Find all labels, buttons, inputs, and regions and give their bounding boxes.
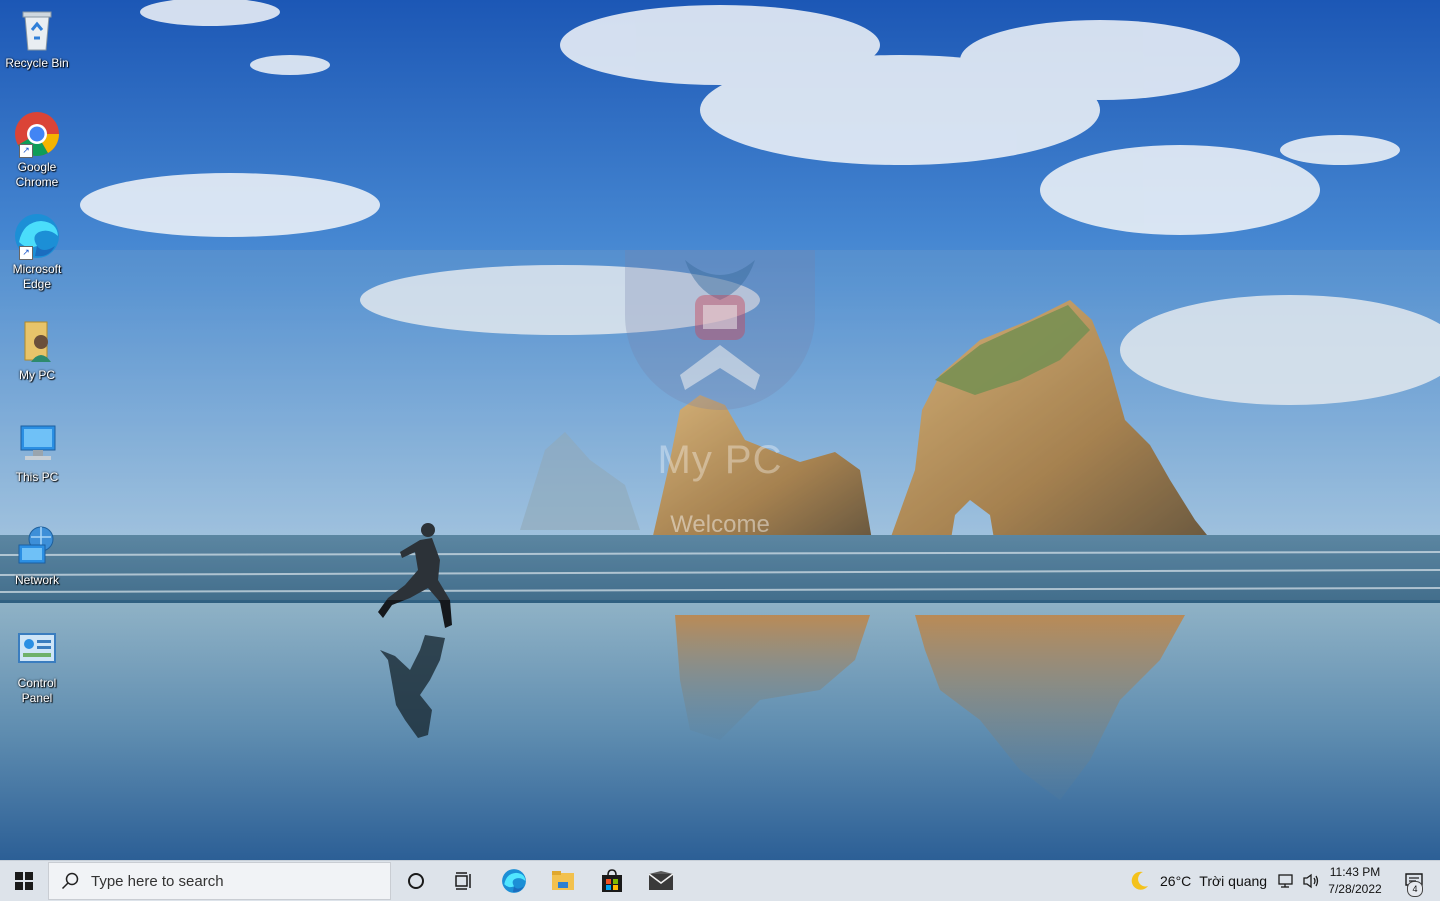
cortana-icon [408, 873, 424, 889]
notification-count-badge: 4 [1407, 881, 1423, 897]
task-view-icon [455, 872, 471, 890]
overlay-username: My PC [657, 438, 783, 482]
recycle-bin-icon [13, 6, 61, 54]
desktop-icon-label: My PC [19, 368, 55, 382]
desktop-icon-label: This PC [15, 470, 59, 484]
clock-date: 7/28/2022 [1328, 882, 1382, 896]
search-icon [61, 872, 79, 890]
task-view-button[interactable] [444, 861, 484, 901]
desktop-icon-my-pc[interactable]: My PC [4, 318, 70, 383]
weather-condition: Trời quang [1199, 873, 1268, 889]
shortcut-arrow-icon: ↗ [19, 246, 33, 260]
desktop-icon-label: Recycle Bin [5, 56, 69, 70]
taskbar-mail-button[interactable] [641, 861, 681, 901]
network-status-icon [1278, 874, 1293, 888]
edge-icon [502, 869, 526, 893]
speaker-icon [1303, 873, 1319, 889]
desktop-icon-network[interactable]: Network [4, 523, 70, 588]
store-icon [602, 869, 622, 892]
desktop-icon-label: Microsoft Edge [12, 262, 62, 291]
taskbar-file-explorer-button[interactable] [543, 861, 583, 901]
clock-time: 11:43 PM [1329, 865, 1381, 879]
weather-temperature: 26°C [1160, 873, 1192, 889]
start-button[interactable] [0, 861, 48, 901]
chrome-icon: ↗ [13, 110, 61, 158]
shortcut-arrow-icon: ↗ [19, 144, 33, 158]
desktop-icon-this-pc[interactable]: This PC [4, 420, 70, 485]
desktop-icon-google-chrome[interactable]: ↗ Google Chrome [4, 110, 70, 190]
taskbar-edge-button[interactable] [494, 861, 534, 901]
edge-icon: ↗ [13, 212, 61, 260]
network-tray-button[interactable] [1276, 861, 1298, 901]
user-avatar [625, 250, 815, 410]
taskbar-store-button[interactable] [592, 861, 632, 901]
search-placeholder: Type here to search [91, 872, 224, 890]
weather-widget[interactable]: 26°C Trời quang [1128, 861, 1267, 901]
taskbar: Type here to search 26°C Trời quang 11:4… [0, 860, 1440, 901]
computer-icon [13, 420, 61, 468]
taskbar-search-box[interactable]: Type here to search [48, 862, 391, 900]
overlay-welcome-text: Welcome [670, 511, 770, 538]
desktop-icon-label: Control Panel [17, 676, 57, 705]
moon-icon [1131, 871, 1148, 890]
file-explorer-icon [552, 871, 574, 890]
cortana-button[interactable] [396, 861, 436, 901]
user-folder-icon [13, 318, 61, 366]
volume-tray-button[interactable] [1300, 861, 1322, 901]
desktop-icon-recycle-bin[interactable]: Recycle Bin [4, 6, 70, 71]
desktop-icon-label: Google Chrome [15, 160, 59, 189]
mail-icon [648, 871, 674, 890]
control-panel-icon [13, 626, 61, 674]
taskbar-clock[interactable]: 11:43 PM 7/28/2022 [1322, 864, 1388, 898]
network-icon [13, 523, 61, 571]
desktop-icon-microsoft-edge[interactable]: ↗ Microsoft Edge [4, 212, 70, 292]
windows-logo-icon [15, 872, 33, 890]
desktop-icon-control-panel[interactable]: Control Panel [4, 626, 70, 706]
desktop-icon-label: Network [14, 573, 59, 587]
